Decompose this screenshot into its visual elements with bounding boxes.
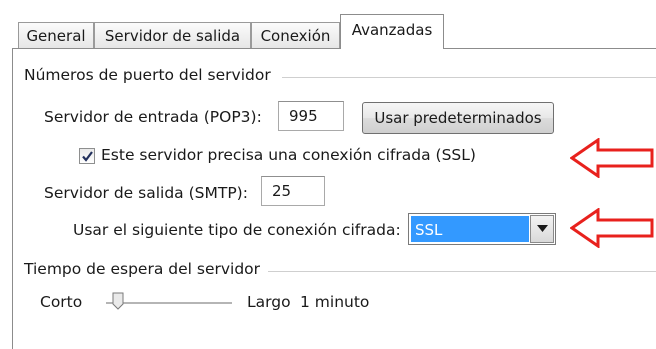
timeout-slider-thumb[interactable] xyxy=(112,292,124,310)
tab-servidor-de-salida-label: Servidor de salida xyxy=(104,27,241,45)
encryption-type-select[interactable]: SSL xyxy=(408,213,556,245)
tab-general-label: General xyxy=(26,27,86,45)
check-icon xyxy=(82,151,93,162)
outgoing-port-value: 25 xyxy=(272,182,292,200)
ports-group-title: Números de puerto del servidor xyxy=(24,66,271,84)
tab-servidor-de-salida[interactable]: Servidor de salida xyxy=(94,22,251,48)
timeout-slider-track[interactable] xyxy=(106,302,232,305)
red-arrow-icon xyxy=(570,138,654,178)
encryption-dropdown-button[interactable] xyxy=(530,215,554,243)
tab-avanzadas-label: Avanzadas xyxy=(351,21,433,39)
ssl-checkbox-label: Este servidor precisa una conexión cifra… xyxy=(101,146,476,164)
incoming-port-value: 995 xyxy=(289,107,318,125)
outgoing-port-field[interactable]: 25 xyxy=(261,176,325,206)
ports-group-divider xyxy=(282,77,656,78)
encryption-type-value: SSL xyxy=(411,216,529,242)
encryption-type-label: Usar el siguiente tipo de conexión cifra… xyxy=(73,221,401,239)
tab-conexion[interactable]: Conexión xyxy=(251,22,340,48)
timeout-value: 1 minuto xyxy=(300,293,370,311)
use-defaults-label: Usar predeterminados xyxy=(374,109,542,127)
tab-general[interactable]: General xyxy=(18,22,94,48)
incoming-port-label: Servidor de entrada (POP3): xyxy=(44,108,262,126)
outgoing-port-label: Servidor de salida (SMTP): xyxy=(44,184,248,202)
timeout-long-label: Largo xyxy=(247,293,291,311)
incoming-port-field[interactable]: 995 xyxy=(278,101,344,131)
ssl-checkbox[interactable] xyxy=(79,148,95,164)
chevron-down-icon xyxy=(537,225,548,232)
tab-conexion-label: Conexión xyxy=(260,27,331,45)
timeout-short-label: Corto xyxy=(40,293,83,311)
tab-bar: General Servidor de salida Conexión Avan… xyxy=(0,0,656,49)
tab-avanzadas[interactable]: Avanzadas xyxy=(340,14,444,49)
red-arrow-icon xyxy=(570,208,654,248)
timeout-group-divider xyxy=(268,271,656,272)
use-defaults-button[interactable]: Usar predeterminados xyxy=(362,102,554,134)
timeout-group-title: Tiempo de espera del servidor xyxy=(24,260,261,278)
